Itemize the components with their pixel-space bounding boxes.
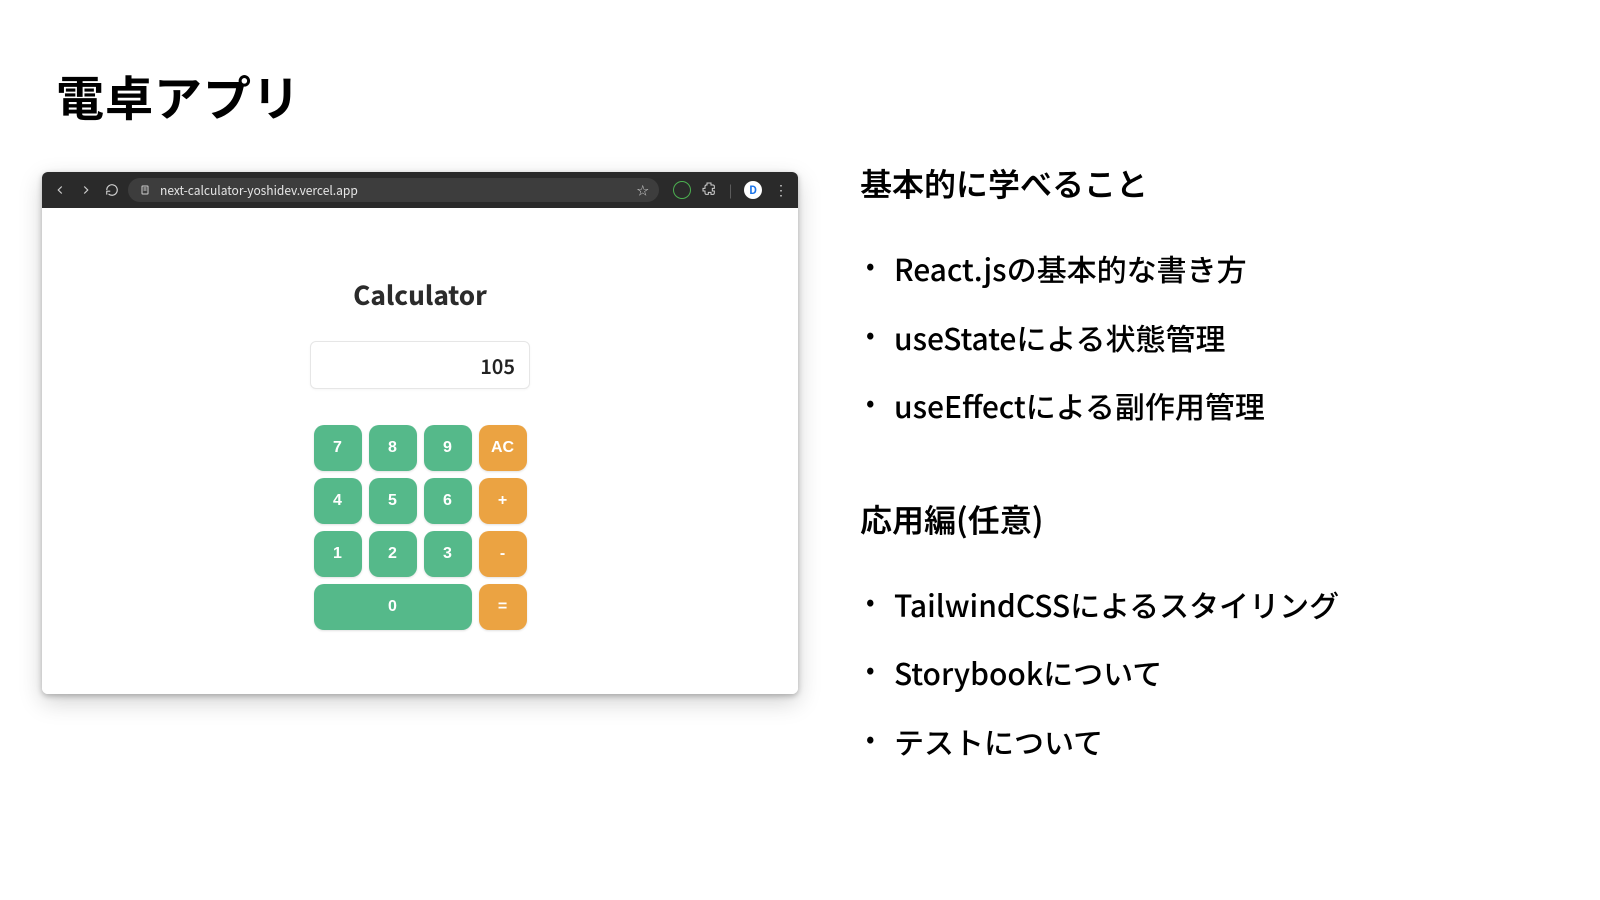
- browser-menu-icon[interactable]: ⋮: [772, 183, 790, 197]
- browser-address-bar[interactable]: next-calculator-yoshidev.vercel.app ☆: [128, 178, 659, 202]
- list-item: useStateによる状態管理: [866, 303, 1560, 372]
- site-info-icon[interactable]: [138, 183, 152, 197]
- key-5[interactable]: 5: [369, 478, 417, 524]
- key-ac[interactable]: AC: [479, 425, 527, 471]
- key-minus[interactable]: -: [479, 531, 527, 577]
- calculator-display: 105: [310, 341, 530, 389]
- key-9[interactable]: 9: [424, 425, 472, 471]
- browser-window: next-calculator-yoshidev.vercel.app ☆ | …: [42, 172, 798, 694]
- extensions-icon[interactable]: [701, 178, 717, 202]
- key-equals[interactable]: =: [479, 584, 527, 630]
- back-icon[interactable]: [52, 182, 68, 198]
- calculator-app: Calculator 105 7 8 9 AC 4 5 6 + 1 2 3 - …: [300, 276, 540, 630]
- key-7[interactable]: 7: [314, 425, 362, 471]
- section-1-list: React.jsの基本的な書き方 useStateによる状態管理 useEffe…: [860, 234, 1560, 440]
- key-1[interactable]: 1: [314, 531, 362, 577]
- list-item: TailwindCSSによるスタイリング: [866, 570, 1560, 639]
- page-content: Calculator 105 7 8 9 AC 4 5 6 + 1 2 3 - …: [42, 208, 798, 694]
- browser-nav-group: [52, 182, 120, 198]
- list-item: React.jsの基本的な書き方: [866, 234, 1560, 303]
- browser-right-icons: | D ⋮: [667, 178, 790, 202]
- slide: 電卓アプリ next-calculator-yoshidev.vercel.ap…: [0, 0, 1600, 900]
- key-6[interactable]: 6: [424, 478, 472, 524]
- slide-title: 電卓アプリ: [56, 60, 301, 130]
- key-4[interactable]: 4: [314, 478, 362, 524]
- section-2-heading: 応用編(任意): [860, 496, 1560, 542]
- right-column: 基本的に学べること React.jsの基本的な書き方 useStateによる状態…: [860, 160, 1560, 831]
- key-2[interactable]: 2: [369, 531, 417, 577]
- key-plus[interactable]: +: [479, 478, 527, 524]
- profile-avatar-icon[interactable]: D: [744, 181, 762, 199]
- list-item: useEffectによる副作用管理: [866, 371, 1560, 440]
- key-3[interactable]: 3: [424, 531, 472, 577]
- browser-url: next-calculator-yoshidev.vercel.app: [160, 182, 629, 199]
- list-item: テストについて: [866, 707, 1560, 776]
- bookmark-star-icon[interactable]: ☆: [637, 182, 649, 199]
- browser-toolbar: next-calculator-yoshidev.vercel.app ☆ | …: [42, 172, 798, 208]
- key-0[interactable]: 0: [314, 584, 472, 630]
- section-2-list: TailwindCSSによるスタイリング Storybookについて テストにつ…: [860, 570, 1560, 776]
- reload-icon[interactable]: [104, 182, 120, 198]
- section-1-heading: 基本的に学べること: [860, 160, 1560, 206]
- key-8[interactable]: 8: [369, 425, 417, 471]
- extension-badge-green-icon[interactable]: [673, 181, 691, 199]
- calculator-keypad: 7 8 9 AC 4 5 6 + 1 2 3 - 0 =: [314, 425, 527, 630]
- list-item: Storybookについて: [866, 638, 1560, 707]
- calculator-heading: Calculator: [353, 276, 487, 313]
- forward-icon[interactable]: [78, 182, 94, 198]
- toolbar-separator: |: [727, 182, 734, 199]
